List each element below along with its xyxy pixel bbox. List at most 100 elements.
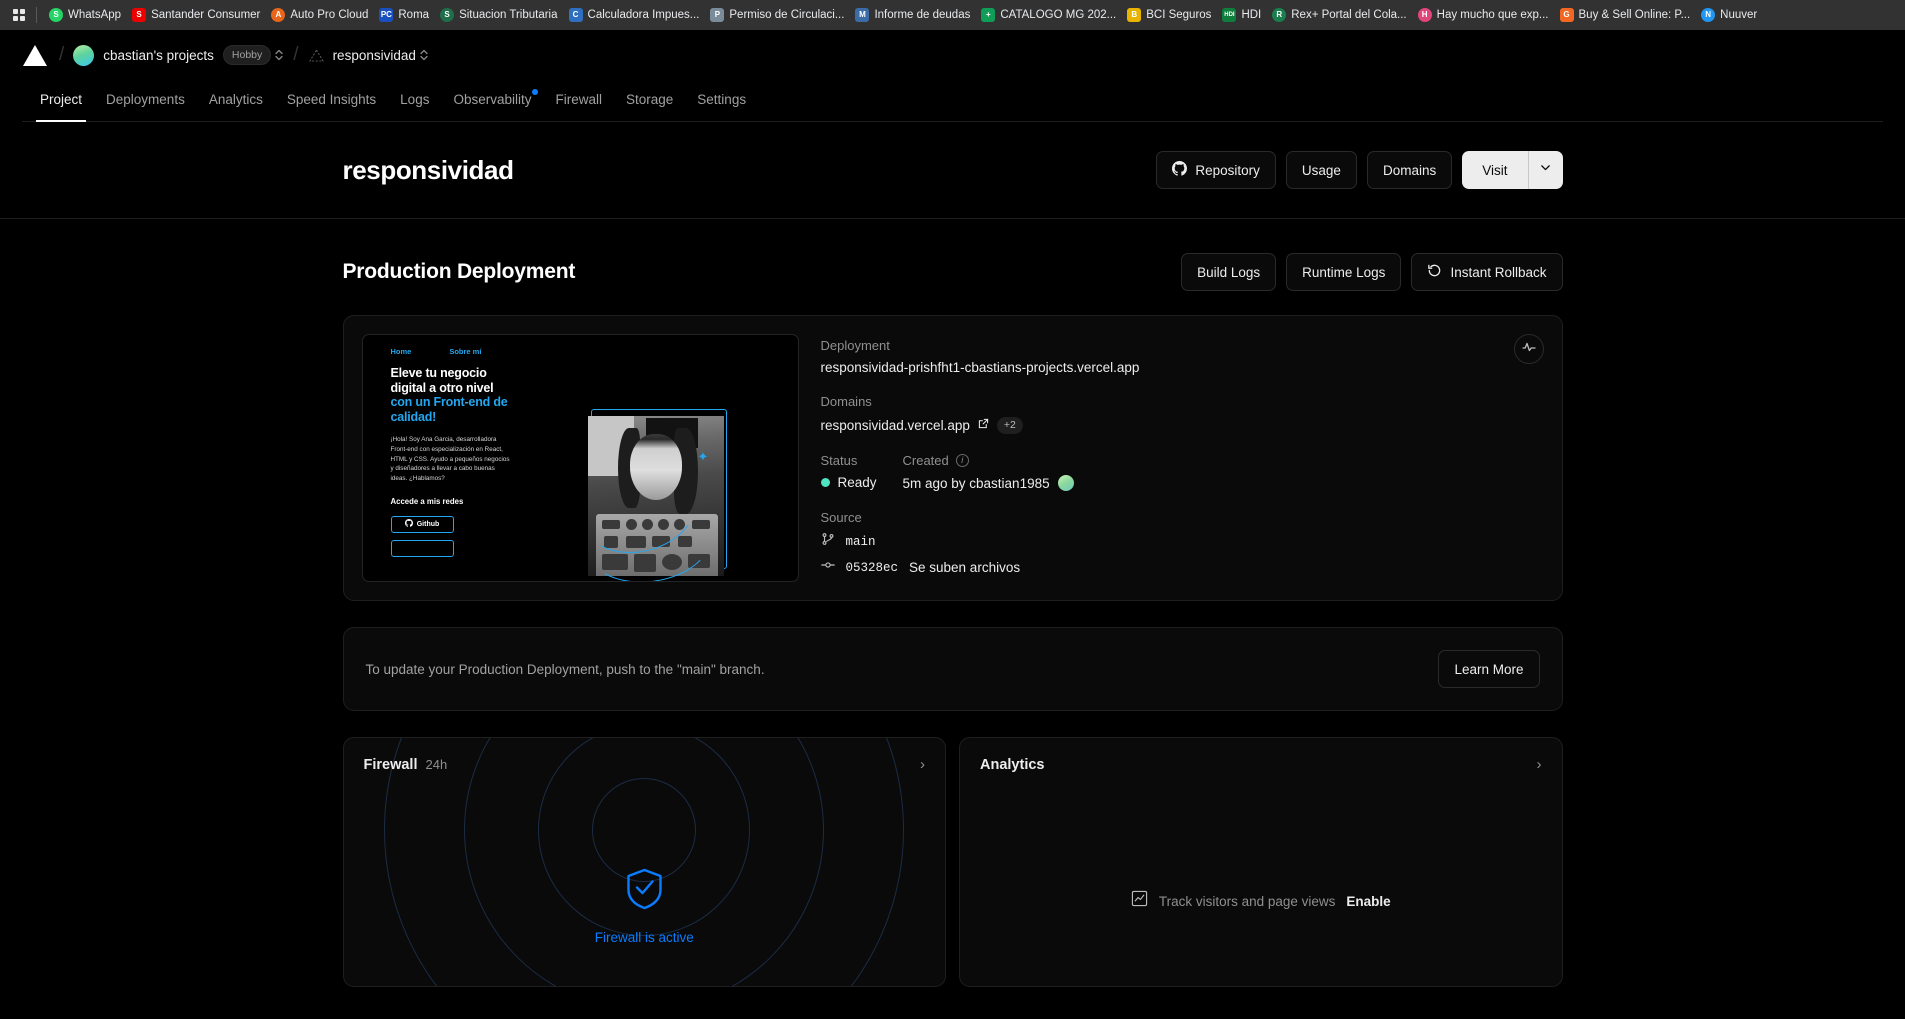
created-label: Created bbox=[902, 453, 949, 468]
bookmark-item[interactable]: M Informe de deudas bbox=[851, 5, 977, 25]
usage-button[interactable]: Usage bbox=[1285, 151, 1357, 189]
bookmark-item[interactable]: N Nuuver bbox=[1697, 5, 1764, 25]
learn-more-button[interactable]: Learn More bbox=[1438, 650, 1540, 688]
breadcrumb-project[interactable]: responsividad bbox=[308, 47, 416, 64]
bookmark-item[interactable]: PC Roma bbox=[375, 5, 436, 25]
chevron-right-icon[interactable]: › bbox=[920, 756, 925, 773]
domain-primary[interactable]: responsividad.vercel.app bbox=[821, 418, 970, 433]
chart-line-icon bbox=[1131, 890, 1148, 912]
analytics-card[interactable]: Analytics › Track visitors and page view… bbox=[959, 737, 1563, 987]
deployment-preview-thumbnail[interactable]: Home Sobre mí Eleve tu negocio digital a… bbox=[361, 334, 799, 582]
preview-nav-about: Sobre mí bbox=[449, 347, 482, 356]
tab-settings[interactable]: Settings bbox=[685, 92, 758, 121]
bookmark-item[interactable]: P Permiso de Circulaci... bbox=[706, 5, 851, 25]
monitoring-button[interactable] bbox=[1513, 334, 1544, 364]
bookmark-item[interactable]: B BCI Seguros bbox=[1123, 5, 1218, 25]
bookmark-item[interactable]: + CATALOGO MG 202... bbox=[977, 5, 1123, 25]
tab-firewall[interactable]: Firewall bbox=[543, 92, 614, 121]
tab-project[interactable]: Project bbox=[28, 92, 94, 122]
status-group: Status Ready bbox=[820, 453, 903, 491]
domains-button[interactable]: Domains bbox=[1366, 151, 1453, 189]
commit-row[interactable]: 05328ec Se suben archivos bbox=[820, 558, 1544, 577]
breadcrumb-team[interactable]: cbastian's projects Hobby bbox=[73, 44, 272, 66]
bookmark-item[interactable]: C Calculadora Impues... bbox=[565, 5, 707, 25]
bookmark-item[interactable]: S Situacion Tributaria bbox=[436, 5, 564, 25]
build-logs-button[interactable]: Build Logs bbox=[1181, 253, 1277, 291]
catalogo-icon: + bbox=[981, 8, 996, 22]
commit-hash: 05328ec bbox=[845, 560, 899, 575]
preview-nav-home: Home bbox=[390, 347, 412, 356]
vercel-header: / cbastian's projects Hobby / responsivi… bbox=[0, 30, 1905, 122]
header-actions: Repository Usage Domains Visit bbox=[1156, 151, 1563, 189]
bookmark-item[interactable]: S WhatsApp bbox=[45, 5, 128, 25]
permiso-icon: P bbox=[710, 8, 725, 22]
firewall-card[interactable]: Firewall 24h › Firewall is active bbox=[342, 737, 946, 987]
repository-button[interactable]: Repository bbox=[1156, 151, 1276, 189]
info-icon[interactable]: i bbox=[955, 454, 969, 467]
domains-label: Domains bbox=[820, 394, 872, 409]
tab-deployments[interactable]: Deployments bbox=[94, 92, 197, 121]
analytics-empty-state: Track visitors and page views Enable bbox=[960, 890, 1562, 912]
domains-more-badge[interactable]: +2 bbox=[996, 416, 1023, 434]
visit-dropdown-button[interactable] bbox=[1529, 151, 1563, 189]
tab-logs[interactable]: Logs bbox=[388, 92, 441, 121]
project-switcher-icon[interactable] bbox=[419, 48, 429, 62]
firewall-status-text: Firewall is active bbox=[594, 930, 694, 945]
tab-label: Deployments bbox=[106, 92, 185, 107]
bookmark-item[interactable]: R Rex+ Portal del Cola... bbox=[1268, 5, 1413, 25]
github-icon bbox=[1172, 161, 1188, 179]
tab-observability[interactable]: Observability bbox=[441, 89, 543, 121]
bookmark-label: Auto Pro Cloud bbox=[290, 9, 369, 21]
bookmark-label: Santander Consumer bbox=[151, 9, 261, 21]
external-link-icon[interactable] bbox=[978, 416, 989, 434]
tab-storage[interactable]: Storage bbox=[614, 92, 685, 121]
hdi-icon: HDI bbox=[1222, 8, 1237, 22]
bookmark-item[interactable]: A Auto Pro Cloud bbox=[267, 5, 375, 25]
deployment-url[interactable]: responsividad-prishfht1-cbastians-projec… bbox=[821, 360, 1544, 375]
explora-icon: H bbox=[1417, 8, 1432, 22]
status-label: Status bbox=[820, 453, 858, 468]
analytics-enable-button[interactable]: Enable bbox=[1346, 894, 1390, 909]
visit-label: Visit bbox=[1482, 162, 1508, 178]
apps-grid-icon[interactable] bbox=[6, 4, 32, 26]
preview-headline-accent: con un Front-end de calidad! bbox=[390, 395, 508, 424]
instant-rollback-label: Instant Rollback bbox=[1450, 264, 1547, 280]
preview-github-icon bbox=[404, 519, 413, 529]
preview-subheading: Accede a mis redes bbox=[390, 496, 464, 506]
sii-icon: S bbox=[440, 8, 455, 22]
branch-name: main bbox=[845, 534, 876, 549]
deployment-details: Deployment responsividad-prishfht1-cbast… bbox=[820, 334, 1544, 582]
runtime-logs-button[interactable]: Runtime Logs bbox=[1286, 253, 1402, 291]
bookmark-item[interactable]: G Buy & Sell Online: P... bbox=[1556, 5, 1698, 25]
breadcrumb-separator: / bbox=[59, 44, 65, 65]
visit-button[interactable]: Visit bbox=[1462, 151, 1527, 189]
visit-button-group[interactable]: Visit bbox=[1462, 151, 1563, 189]
commit-message: Se suben archivos bbox=[909, 560, 1021, 575]
calculadora-icon: C bbox=[568, 8, 583, 22]
santander-icon: S bbox=[132, 8, 147, 22]
bookmark-label: Nuuver bbox=[1720, 9, 1758, 21]
bci-icon: B bbox=[1127, 8, 1142, 22]
chevron-right-icon-analytics[interactable]: › bbox=[1537, 756, 1542, 773]
whatsapp-icon: S bbox=[49, 8, 63, 22]
bookmark-label: HDI bbox=[1241, 9, 1262, 21]
tab-label: Project bbox=[40, 92, 83, 107]
bookmark-item[interactable]: HDI HDI bbox=[1218, 5, 1268, 25]
production-deployment-card: Home Sobre mí Eleve tu negocio digital a… bbox=[342, 315, 1563, 601]
firewall-period: 24h bbox=[425, 756, 448, 772]
tab-label: Firewall bbox=[555, 92, 602, 107]
bookmark-item[interactable]: H Hay mucho que exp... bbox=[1414, 5, 1556, 25]
domains-label: Domains bbox=[1382, 162, 1437, 178]
tab-notification-dot bbox=[532, 89, 539, 95]
page-title: responsividad bbox=[342, 154, 514, 185]
section-title: Production Deployment bbox=[342, 260, 576, 283]
instant-rollback-button[interactable]: Instant Rollback bbox=[1411, 253, 1563, 291]
tab-analytics[interactable]: Analytics bbox=[197, 92, 275, 121]
branch-row[interactable]: main bbox=[821, 532, 1544, 551]
tab-speed-insights[interactable]: Speed Insights bbox=[275, 92, 388, 121]
bookmark-item[interactable]: S Santander Consumer bbox=[128, 5, 267, 25]
source-group: Source main 05328ec Se suben archivos bbox=[821, 510, 1544, 577]
team-avatar bbox=[73, 44, 95, 66]
vercel-triangle-logo[interactable] bbox=[22, 42, 48, 68]
team-switcher-icon[interactable] bbox=[274, 48, 284, 62]
